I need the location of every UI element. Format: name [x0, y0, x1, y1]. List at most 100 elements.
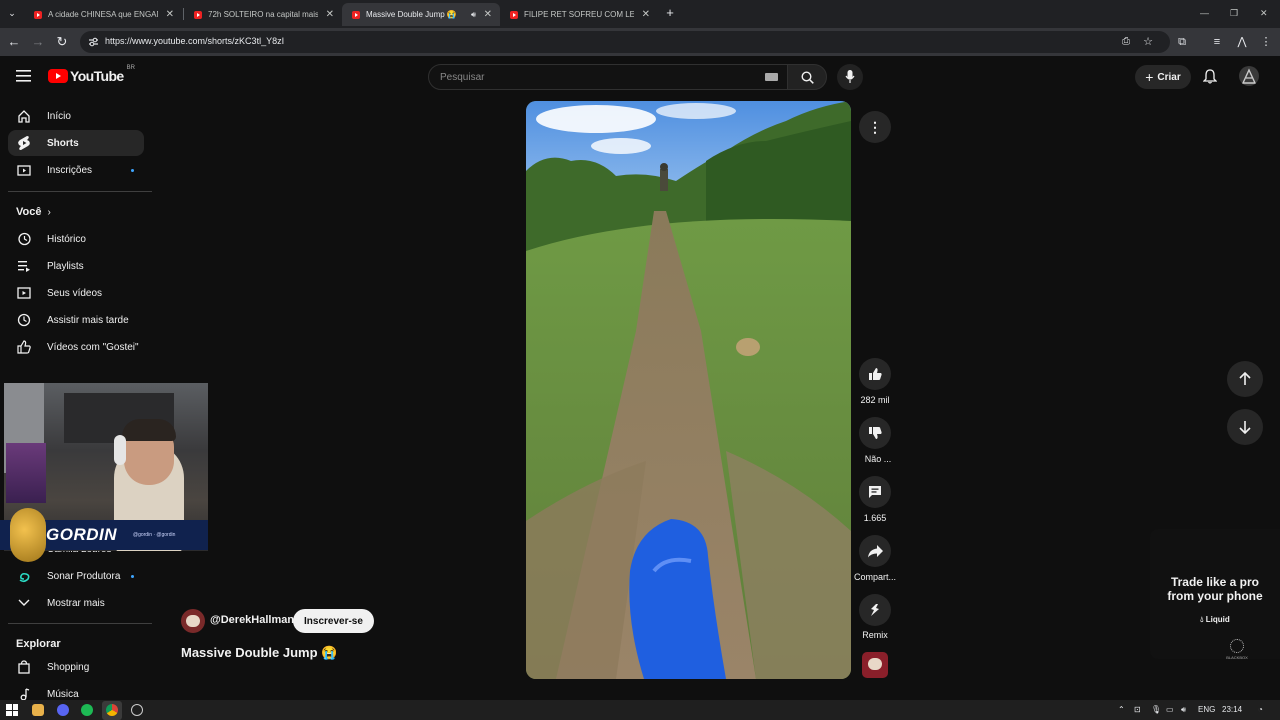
hamburger-menu-icon[interactable] — [16, 70, 31, 82]
sidebar-show-more[interactable]: Mostrar mais — [8, 590, 144, 616]
browser-tab-bar: ⌄ A cidade CHINESA que ENGANOU ✕ 72h SOL… — [0, 0, 1280, 28]
more-vert-icon: ⋮ — [868, 118, 882, 135]
install-app-icon[interactable]: ⎙ — [1118, 34, 1134, 50]
search-input[interactable]: Pesquisar — [428, 64, 788, 90]
audio-playing-icon[interactable]: 🔊︎ — [471, 10, 476, 20]
comments-button[interactable] — [859, 476, 891, 508]
forward-icon[interactable]: → — [30, 34, 46, 50]
liquid-drop-icon: 💧︎ — [1200, 615, 1204, 624]
browser-menu-icon[interactable]: ⋮ — [1258, 34, 1274, 50]
advertisement-panel[interactable]: Trade like a pro from your phone 💧︎ Liqu… — [1150, 529, 1280, 660]
tray-language[interactable]: ENG — [1198, 705, 1215, 714]
create-label: Criar — [1157, 71, 1181, 83]
start-icon[interactable] — [6, 704, 18, 716]
sidebar-item-watch-later[interactable]: Assistir mais tarde — [8, 307, 144, 333]
discord-icon[interactable] — [57, 704, 69, 716]
file-explorer-icon[interactable] — [32, 704, 44, 716]
tray-chevron-up-icon[interactable]: ⌃ — [1118, 705, 1125, 714]
tab-close-icon[interactable]: ✕ — [166, 9, 174, 20]
tab-close-icon[interactable]: ✕ — [326, 9, 334, 20]
notifications-bell-icon[interactable] — [1203, 69, 1217, 84]
tray-volume-icon[interactable]: 🔊︎ — [1181, 705, 1186, 715]
sidebar-item-label: Assistir mais tarde — [47, 314, 129, 326]
sidebar-item-label: Shopping — [47, 661, 90, 673]
sound-thumbnail-face — [868, 658, 882, 670]
tray-app-icon[interactable]: ⊡ — [1134, 705, 1141, 714]
video-frame — [526, 101, 851, 679]
site-settings-icon[interactable] — [88, 37, 99, 47]
sidebar-item-playlists[interactable]: Playlists — [8, 253, 144, 279]
extensions-icon[interactable]: ⧉ — [1174, 34, 1190, 50]
keyboard-icon[interactable] — [765, 73, 778, 81]
sidebar-item-channel[interactable]: Sonar Produtora — [8, 563, 144, 589]
remix-button[interactable] — [859, 594, 891, 626]
you-section-heading[interactable]: Você › — [16, 206, 51, 218]
tab-list-chevron-icon[interactable]: ⌄ — [4, 5, 20, 21]
comment-icon — [869, 486, 881, 498]
media-controls-icon[interactable]: ≡ — [1209, 34, 1225, 50]
sidebar-item-subscriptions[interactable]: Inscrições — [8, 157, 144, 183]
browser-tab[interactable]: A cidade CHINESA que ENGANOU ✕ — [24, 3, 182, 26]
headphones-left — [114, 435, 126, 465]
watch-later-icon — [16, 312, 32, 328]
more-options-button[interactable]: ⋮ — [859, 111, 891, 143]
sidebar-item-label: Sonar Produtora — [47, 570, 121, 582]
tray-clock[interactable]: 23:14 — [1222, 705, 1242, 714]
youtube-logo[interactable]: YouTube BR — [48, 65, 135, 84]
subscribe-button[interactable]: Inscrever-se — [293, 609, 374, 633]
bookmark-star-icon[interactable]: ☆ — [1140, 34, 1156, 50]
close-window-icon[interactable]: ✕ — [1260, 8, 1268, 19]
sidebar-item-shopping[interactable]: Shopping — [8, 654, 144, 680]
dislike-label: Não ... — [864, 454, 892, 464]
browser-tab-active[interactable]: Massive Double Jump 😭 🔊︎ ✕ — [342, 3, 500, 26]
like-button[interactable] — [859, 358, 891, 390]
next-short-button[interactable] — [1227, 409, 1263, 445]
browser-tab[interactable]: FILIPE RET SOFREU COM LESÃO ✕ — [500, 3, 658, 26]
reload-icon[interactable]: ↻ — [54, 34, 70, 50]
new-tab-button[interactable]: + — [662, 5, 678, 21]
short-video-player[interactable] — [526, 101, 851, 679]
tray-network-icon[interactable]: ▭ — [1166, 705, 1174, 714]
channel-avatar[interactable] — [181, 609, 205, 633]
tray-notification-icon[interactable]: ◔ — [1258, 705, 1263, 714]
sidebar-item-liked-videos[interactable]: Vídeos com "Gostei" — [8, 334, 144, 360]
minimize-icon[interactable]: — — [1200, 8, 1209, 18]
voice-search-button[interactable] — [837, 64, 863, 90]
avatar-image — [1241, 68, 1257, 84]
arrow-down-icon — [1239, 421, 1251, 434]
share-button[interactable] — [859, 535, 891, 567]
avatar[interactable] — [1239, 66, 1259, 86]
tray-mic-icon[interactable]: 🎙︎ — [1151, 705, 1161, 714]
tab-close-icon[interactable]: ✕ — [642, 9, 650, 20]
subscriptions-icon — [16, 162, 32, 178]
tab-close-icon[interactable]: ✕ — [484, 9, 492, 20]
app-icon[interactable] — [131, 704, 143, 716]
webcam-background-lights — [6, 443, 46, 503]
ad-corner-label: BLACKBOX — [1226, 655, 1248, 660]
sidebar-item-history[interactable]: Histórico — [8, 226, 144, 252]
sidebar-item-label: Shorts — [47, 137, 79, 149]
dislike-button[interactable] — [859, 417, 891, 449]
back-icon[interactable]: ← — [6, 34, 22, 50]
browser-tab[interactable]: 72h SOLTEIRO na capital mais D ✕ — [184, 3, 342, 26]
sidebar-item-your-videos[interactable]: Seus vídeos — [8, 280, 144, 306]
you-heading-label: Você — [16, 206, 42, 218]
sidebar-item-shorts[interactable]: Shorts — [8, 130, 144, 156]
sound-thumbnail[interactable] — [862, 652, 888, 678]
chrome-icon[interactable] — [106, 704, 118, 716]
previous-short-button[interactable] — [1227, 361, 1263, 397]
sidebar-item-home[interactable]: Início — [8, 103, 144, 129]
spotify-icon[interactable] — [81, 704, 93, 716]
search-button[interactable] — [787, 64, 827, 90]
restore-icon[interactable]: ❐ — [1230, 8, 1238, 19]
shorts-icon — [16, 135, 32, 151]
profile-icon[interactable]: ⋀ — [1234, 34, 1250, 50]
shopping-icon — [16, 659, 32, 675]
channel-name[interactable]: @DerekHallman — [210, 614, 294, 626]
plus-icon: + — [1145, 69, 1154, 85]
create-button[interactable]: + Criar — [1135, 65, 1191, 89]
browser-toolbar: ← → ↻ https://www.youtube.com/shorts/zKC… — [0, 28, 1280, 56]
remix-label: Remix — [862, 630, 888, 640]
streamer-hair — [122, 419, 176, 441]
address-bar[interactable]: https://www.youtube.com/shorts/zKC3tl_Y8… — [80, 31, 1170, 53]
